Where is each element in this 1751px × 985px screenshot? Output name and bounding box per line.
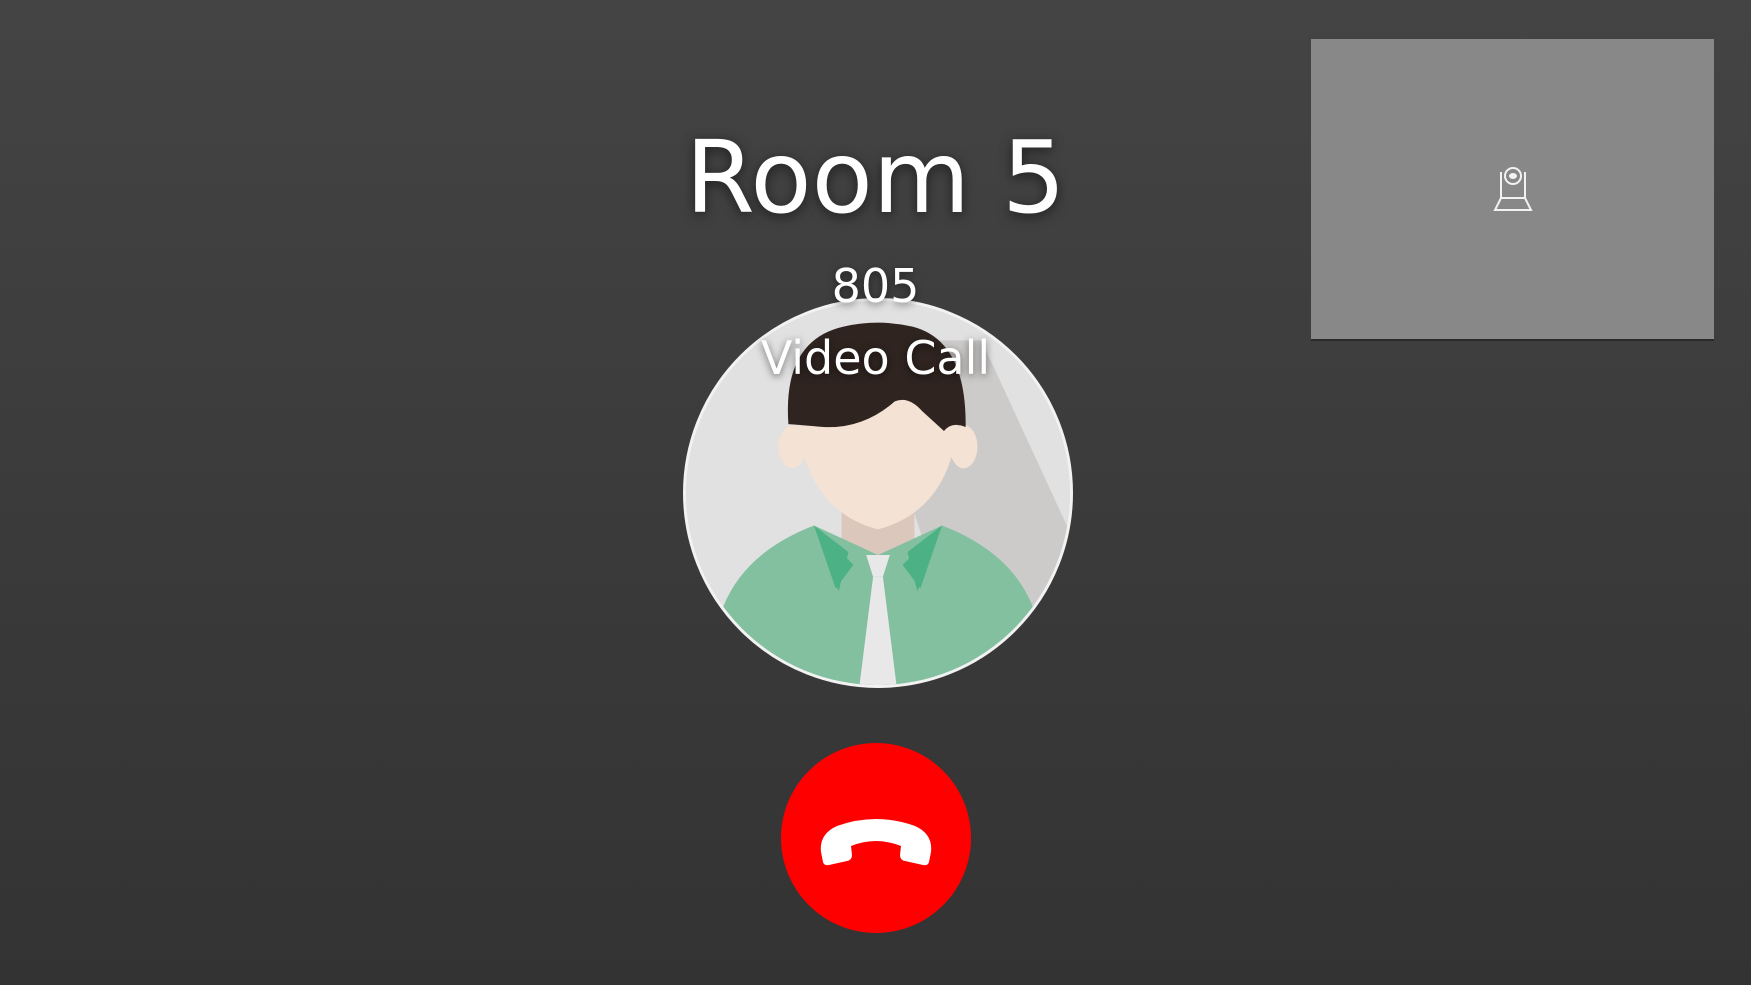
hangup-button[interactable]	[781, 743, 971, 933]
self-video-preview[interactable]	[1311, 39, 1714, 341]
phone-hangup-icon	[820, 819, 932, 866]
webcam-icon	[1492, 167, 1533, 211]
